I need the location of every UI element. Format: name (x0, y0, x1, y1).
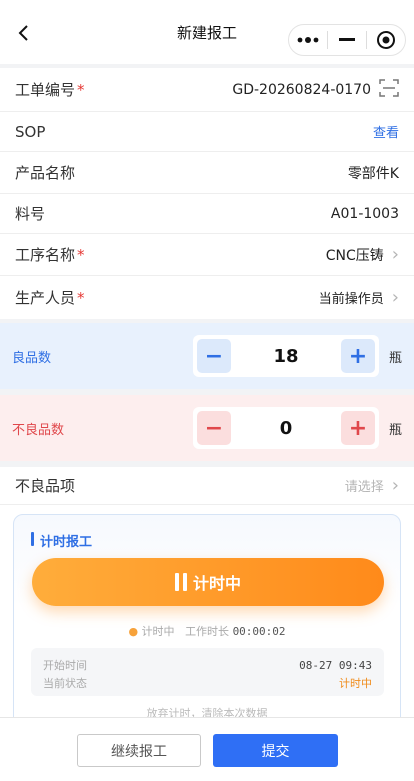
page-title: 新建报工 (176, 23, 237, 42)
timer-info-box: 开始时间 08-27 09:43 当前状态 计时中 (31, 648, 384, 696)
order-number-row: 工单编号 * GD-20260824-0170 (0, 68, 414, 112)
material-number-value: A01-1003 (330, 205, 399, 222)
timer-status-line: ● 计时中 工作时长 00:00:02 (14, 623, 400, 639)
product-name-label: 产品名称 (15, 164, 76, 182)
defect-quantity-label: 不良品数 (12, 422, 65, 438)
good-quantity-stepper: − 18 + (193, 335, 379, 377)
operator-label: 生产人员 * (15, 287, 85, 308)
order-number-value-group: GD-20260824-0170 (232, 78, 399, 102)
material-number-row: 料号 A01-1003 (0, 194, 414, 234)
defect-items-value-group: 请选择 › (345, 476, 399, 495)
submit-button[interactable]: 提交 (213, 734, 338, 767)
order-number-label-text: 工单编号 (15, 81, 76, 99)
required-mark: * (77, 81, 85, 99)
timer-section: 计时报工 计时中 ● 计时中 工作时长 00:00:02 开始时间 08-27 … (0, 505, 414, 744)
required-mark: * (77, 289, 85, 307)
start-time-value: 08-27 09:43 (299, 658, 372, 672)
scan-icon[interactable] (379, 78, 399, 102)
form-list: 工单编号 * GD-20260824-0170 SOP 查看 产品名称 零部件K … (0, 68, 414, 319)
timer-card-title: 计时报工 (40, 535, 93, 550)
nav-bar: 新建报工 (0, 0, 414, 64)
chevron-right-icon: › (391, 286, 399, 308)
product-name-value: 零部件K (347, 165, 399, 182)
good-quantity-section: 良品数 − 18 + 瓶 (0, 323, 414, 389)
process-name-label-text: 工序名称 (15, 246, 76, 264)
close-target-icon[interactable] (367, 25, 405, 55)
timer-card: 计时报工 计时中 ● 计时中 工作时长 00:00:02 开始时间 08-27 … (13, 514, 401, 744)
timing-button-label: 计时中 (192, 574, 241, 593)
defect-quantity-value[interactable]: 0 (280, 418, 293, 439)
continue-report-button[interactable]: 继续报工 (77, 734, 201, 767)
process-name-value: CNC压铸 (325, 247, 384, 264)
current-state-row: 当前状态 计时中 (43, 674, 372, 692)
operator-value: 当前操作员 (318, 292, 384, 307)
sop-label: SOP (15, 122, 46, 141)
defect-quantity-unit: 瓶 (389, 423, 403, 438)
current-state-label: 当前状态 (43, 677, 87, 690)
process-name-value-group: CNC压铸 › (326, 245, 399, 265)
good-decrease-button[interactable]: − (197, 339, 231, 373)
good-increase-button[interactable]: + (341, 339, 375, 373)
product-name-row: 产品名称 零部件K (0, 152, 414, 194)
chevron-right-icon: › (391, 474, 399, 496)
minimize-icon[interactable] (328, 25, 366, 55)
start-time-row: 开始时间 08-27 09:43 (43, 656, 372, 674)
sop-row: SOP 查看 (0, 112, 414, 152)
timing-toggle-button[interactable]: 计时中 (32, 558, 384, 606)
status-dot-icon: ● (128, 625, 139, 638)
good-quantity-value[interactable]: 18 (273, 346, 298, 367)
good-quantity-label: 良品数 (12, 350, 52, 366)
duration-value: 00:00:02 (232, 625, 286, 638)
sop-view-link[interactable]: 查看 (373, 122, 399, 141)
mini-program-capsule (288, 24, 406, 56)
defect-quantity-stepper: − 0 + (193, 407, 379, 449)
order-number-label: 工单编号 * (15, 79, 85, 100)
defect-decrease-button[interactable]: − (197, 411, 231, 445)
operator-row[interactable]: 生产人员 * 当前操作员 › (0, 276, 414, 319)
section-accent-bar (31, 532, 34, 546)
operator-value-group: 当前操作员 › (319, 288, 399, 307)
timer-status-text: 计时中 (141, 625, 175, 638)
defect-items-placeholder: 请选择 (344, 480, 384, 495)
process-name-row[interactable]: 工序名称 * CNC压铸 › (0, 234, 414, 276)
operator-label-text: 生产人员 (15, 289, 76, 307)
required-mark: * (77, 246, 85, 264)
back-arrow-icon[interactable] (12, 22, 34, 44)
material-number-label: 料号 (15, 205, 46, 223)
more-dots-icon[interactable] (289, 25, 327, 55)
bottom-action-bar: 继续报工 提交 (0, 717, 414, 781)
defect-items-label: 不良品项 (15, 477, 76, 495)
defect-quantity-section: 不良品数 − 0 + 瓶 (0, 395, 414, 461)
order-number-value: GD-20260824-0170 (232, 81, 371, 98)
good-quantity-unit: 瓶 (389, 351, 403, 366)
process-name-label: 工序名称 * (15, 244, 85, 265)
duration-label: 工作时长 (185, 625, 230, 638)
chevron-right-icon: › (391, 243, 399, 265)
pause-icon (174, 573, 187, 591)
current-state-value: 计时中 (339, 677, 372, 690)
defect-increase-button[interactable]: + (341, 411, 375, 445)
defect-items-row[interactable]: 不良品项 请选择 › (0, 467, 414, 505)
start-time-label: 开始时间 (43, 659, 87, 672)
